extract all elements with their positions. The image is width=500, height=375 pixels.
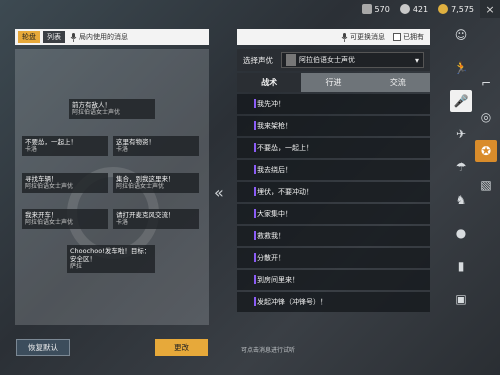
voice-select-dropdown[interactable]: 阿拉伯语女士声优 ▾	[281, 52, 424, 68]
voice-select-row: 选择声优 阿拉伯语女士声优 ▾	[237, 49, 430, 71]
gun-icon[interactable]: ⌐	[475, 72, 497, 94]
ghost-icon[interactable]: ☺	[450, 24, 472, 46]
list-item[interactable]: 分散开！	[237, 248, 430, 268]
voice-avatar	[286, 54, 296, 66]
change-button[interactable]: 更改	[155, 339, 208, 356]
message-list: 我先冲！ 我来架枪！ 不要怂，一起上！ 我去绕后！ 埋伏，不要冲动！ 大家集中！…	[237, 94, 430, 314]
mic-icon	[341, 32, 348, 42]
list-item[interactable]: 埋伏，不要冲动！	[237, 182, 430, 202]
wheel-slot-voice: 萨拉	[70, 263, 83, 270]
bear-icon[interactable]: ♞	[450, 189, 472, 211]
wheel-slot-voice: 阿拉伯语女士声优	[116, 183, 165, 190]
wheel-slot-voice: 阿拉伯语女士声优	[72, 109, 121, 116]
mic-icon	[70, 32, 77, 42]
wheel-slot-voice: 阿拉伯语女士声优	[25, 183, 74, 190]
in-game-messages-text: 局内使用的消息	[79, 33, 128, 41]
left-panel-header: 轮盘 列表 局内使用的消息	[15, 29, 209, 45]
photo-icon[interactable]: ▣	[450, 288, 472, 310]
owned-filter[interactable]: 已拥有	[393, 32, 424, 42]
reset-default-button[interactable]: 恢复默认	[16, 339, 70, 356]
tab-wheel[interactable]: 轮盘	[18, 31, 40, 43]
list-item[interactable]: 我先冲！	[237, 94, 430, 114]
top-bar: 570 421 7,575	[0, 0, 500, 18]
wheel-slot-voice: 卡洛	[25, 146, 38, 153]
list-item[interactable]: 到房间里来！	[237, 270, 430, 290]
currency-uc-value: 7,575	[451, 4, 474, 14]
wheel-slot-title: 这里有物资！	[116, 138, 155, 146]
plane-icon[interactable]: ✈	[450, 123, 472, 145]
list-item[interactable]: 发起冲锋（冲锋号）！	[237, 292, 430, 312]
wheel-slot-5[interactable]: 集合，到我这里来！ 阿拉伯语女士声优	[113, 173, 199, 193]
wheel-slot-title: 寻找车辆！	[25, 175, 58, 183]
currency-silver-value: 421	[412, 4, 429, 14]
replaceable-label: 可更换消息	[341, 32, 385, 42]
tab-march[interactable]: 行进	[301, 73, 365, 92]
preview-hint: 可点击消息进行试听	[241, 347, 296, 354]
wheel-slot-3[interactable]: 这里有物资！ 卡洛	[113, 136, 199, 156]
tab-communication[interactable]: 交流	[366, 73, 430, 92]
tab-list[interactable]: 列表	[43, 31, 65, 43]
steering-wheel-icon[interactable]: ◎	[475, 106, 497, 128]
run-icon[interactable]: 🏃	[450, 57, 472, 79]
in-game-messages-label: 局内使用的消息	[70, 32, 128, 42]
wheel-slot-title: Choochoo!发车啦！目标：安全区！	[70, 247, 151, 263]
wheel-slot-4[interactable]: 寻找车辆！ 阿拉伯语女士声优	[22, 173, 108, 193]
list-item[interactable]: 我来架枪！	[237, 116, 430, 136]
list-item[interactable]: 救救我！	[237, 226, 430, 246]
wheel-slot-7[interactable]: 请打开麦克风交流！ 卡洛	[113, 209, 199, 229]
move-left-arrows-glyph: «	[214, 183, 224, 202]
wheel-slot-title: 集合，到我这里来！	[116, 175, 175, 183]
wheel-slot-voice: 卡洛	[116, 219, 129, 226]
uc-coin-icon	[438, 4, 449, 14]
box-icon[interactable]: ▧	[475, 174, 497, 196]
close-button[interactable]: ×	[480, 0, 500, 18]
move-left-arrows-icon: «	[214, 183, 224, 202]
chevron-down-icon: ▾	[414, 55, 419, 65]
close-icon: ×	[485, 2, 495, 16]
bp-coin-icon	[361, 4, 372, 14]
bomb-icon[interactable]: ●	[450, 222, 472, 244]
wheel-slot-title: 我来开车！	[25, 211, 58, 219]
wheel-slot-voice: 阿拉伯语女士声优	[25, 219, 74, 226]
list-item[interactable]: 我去绕后！	[237, 160, 430, 180]
spray-icon[interactable]: ▮	[450, 255, 472, 277]
wheel-slot-title: 请打开麦克风交流！	[116, 211, 175, 219]
currency-uc: 7,575	[438, 4, 474, 14]
currency-silver: 421	[399, 4, 429, 14]
wheel-slot-6[interactable]: 我来开车！ 阿拉伯语女士声优	[22, 209, 108, 229]
owned-text: 已拥有	[403, 33, 424, 41]
mic-icon[interactable]: 🎤	[450, 90, 472, 112]
wheel-slot-title: 不要怂，一起上！	[25, 138, 77, 146]
list-item[interactable]: 不要怂，一起上！	[237, 138, 430, 158]
list-item[interactable]: 大家集中！	[237, 204, 430, 224]
category-tabs: 战术 行进 交流	[237, 73, 430, 92]
owned-checkbox[interactable]	[393, 33, 401, 41]
voice-select-label: 选择声优	[243, 55, 273, 65]
wheel-panel: 前方有敌人！ 阿拉伯语女士声优 不要怂，一起上！ 卡洛 这里有物资！ 卡洛 寻找…	[15, 49, 209, 325]
currency-bp-value: 570	[374, 4, 390, 14]
wheel-slot-1[interactable]: 前方有敌人！ 阿拉伯语女士声优	[69, 99, 155, 119]
wheel-slot-title: 前方有敌人！	[72, 101, 111, 109]
silver-coin-icon	[399, 4, 410, 14]
right-panel-header: 可更换消息 已拥有	[237, 29, 430, 45]
replaceable-text: 可更换消息	[350, 33, 385, 41]
voice-selected-value: 阿拉伯语女士声优	[299, 56, 355, 64]
category-sidebar: ☺ 🏃 🎤 ✈ ☂ ♞ ● ▮ ▣ ⌐ ◎ ✪ ▧	[448, 18, 500, 375]
currency-bp: 570	[361, 4, 390, 14]
wheel-slot-voice: 卡洛	[116, 146, 129, 153]
emblem-icon[interactable]: ✪	[475, 140, 497, 162]
wheel-slot-8[interactable]: Choochoo!发车啦！目标：安全区！ 萨拉	[67, 245, 155, 273]
tab-tactics[interactable]: 战术	[237, 73, 302, 92]
wheel-slot-2[interactable]: 不要怂，一起上！ 卡洛	[22, 136, 108, 156]
parachute-icon[interactable]: ☂	[450, 156, 472, 178]
